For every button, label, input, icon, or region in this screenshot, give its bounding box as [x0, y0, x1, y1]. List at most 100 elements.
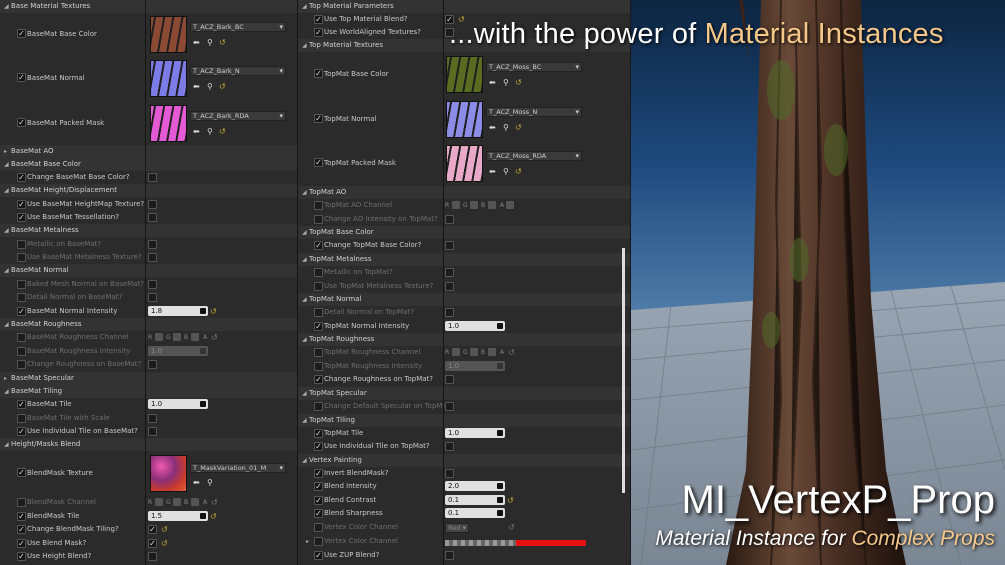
drag-handle[interactable]: [497, 323, 503, 329]
topmat-roughness-intensity-input[interactable]: 1.0: [445, 361, 505, 371]
section-topmat-roughness[interactable]: ◢ TopMat Roughness: [298, 333, 630, 346]
roughness-intensity-input[interactable]: 1.0: [148, 346, 208, 356]
value-checkbox[interactable]: [445, 442, 454, 451]
section-height-masks-blend[interactable]: ◢ Height/Masks Blend: [0, 438, 297, 451]
expand-icon[interactable]: ▸: [306, 535, 309, 548]
enable-checkbox[interactable]: [314, 268, 323, 277]
value-checkbox[interactable]: [445, 375, 454, 384]
drag-handle[interactable]: [497, 430, 503, 436]
enable-checkbox[interactable]: [17, 414, 26, 423]
reset-icon[interactable]: ↺: [219, 80, 226, 93]
value-checkbox[interactable]: [148, 539, 157, 548]
section-basemat-specular[interactable]: ▸ BaseMat Specular: [0, 372, 297, 385]
value-checkbox[interactable]: [148, 293, 157, 302]
section-topmat-tiling[interactable]: ◢ TopMat Tiling: [298, 414, 630, 427]
enable-checkbox[interactable]: [17, 427, 26, 436]
enable-checkbox[interactable]: [17, 347, 26, 356]
drag-handle[interactable]: [497, 510, 503, 516]
drag-handle[interactable]: [497, 497, 503, 503]
value-checkbox[interactable]: [445, 215, 454, 224]
drag-handle[interactable]: [200, 513, 206, 519]
column-divider[interactable]: [145, 0, 146, 565]
enable-checkbox[interactable]: [17, 360, 26, 369]
topmat-tile-input[interactable]: 1.0: [445, 428, 505, 438]
section-topmat-normal[interactable]: ◢ TopMat Normal: [298, 293, 630, 306]
search-icon[interactable]: ⚲: [503, 121, 509, 134]
value-checkbox[interactable]: [148, 427, 157, 436]
enable-checkbox[interactable]: [314, 482, 323, 491]
enable-checkbox[interactable]: [314, 509, 323, 518]
enable-checkbox[interactable]: [17, 400, 26, 409]
section-basemat-height[interactable]: ◢ BaseMat Height/Displacement: [0, 184, 297, 197]
enable-checkbox[interactable]: [17, 118, 26, 127]
drag-handle[interactable]: [497, 483, 503, 489]
reset-icon[interactable]: ↺: [210, 510, 217, 523]
reset-icon[interactable]: ↺: [161, 537, 168, 550]
drag-handle[interactable]: [200, 401, 206, 407]
drag-handle[interactable]: [497, 363, 503, 369]
section-top-material-params[interactable]: ◢ Top Material Parameters: [298, 0, 630, 13]
column-divider[interactable]: [443, 0, 444, 565]
value-checkbox[interactable]: [148, 173, 157, 182]
enable-checkbox[interactable]: [314, 308, 323, 317]
channel-r-checkbox[interactable]: [155, 498, 163, 506]
blend-intensity-input[interactable]: 2.0: [445, 481, 505, 491]
reset-icon[interactable]: ↺: [508, 521, 515, 534]
reset-icon[interactable]: ↺: [211, 496, 218, 509]
search-icon[interactable]: ⚲: [207, 125, 213, 138]
arrow-left-icon[interactable]: ⬅: [193, 476, 200, 489]
asset-dropdown[interactable]: T_ACZ_Moss_BC: [486, 62, 582, 72]
enable-checkbox[interactable]: [17, 333, 26, 342]
texture-thumbnail[interactable]: [150, 105, 187, 142]
enable-checkbox[interactable]: [17, 253, 26, 262]
enable-checkbox[interactable]: [314, 496, 323, 505]
texture-thumbnail[interactable]: [446, 145, 483, 182]
channel-select[interactable]: Red: [445, 523, 469, 533]
section-basemat-roughness[interactable]: ◢ BaseMat Roughness: [0, 318, 297, 331]
channel-r-checkbox[interactable]: [452, 348, 460, 356]
channel-g-checkbox[interactable]: [470, 348, 478, 356]
enable-checkbox[interactable]: [17, 213, 26, 222]
section-basemat-normal[interactable]: ◢ BaseMat Normal: [0, 264, 297, 277]
reset-icon[interactable]: ↺: [508, 346, 515, 359]
section-basemat-tiling[interactable]: ◢ BaseMat Tiling: [0, 385, 297, 398]
reset-icon[interactable]: ↺: [211, 331, 218, 344]
value-checkbox[interactable]: [148, 414, 157, 423]
channel-a-checkbox[interactable]: [506, 201, 514, 209]
section-vertex-painting[interactable]: ◢ Vertex Painting: [298, 454, 630, 467]
texture-thumbnail[interactable]: [446, 101, 483, 138]
channel-b-checkbox[interactable]: [191, 498, 199, 506]
enable-checkbox[interactable]: [17, 29, 26, 38]
enable-checkbox[interactable]: [314, 402, 323, 411]
enable-checkbox[interactable]: [314, 282, 323, 291]
arrow-left-icon[interactable]: ⬅: [193, 80, 200, 93]
value-checkbox[interactable]: [148, 253, 157, 262]
topmat-normal-intensity-input[interactable]: 1.0: [445, 321, 505, 331]
value-checkbox[interactable]: [445, 402, 454, 411]
search-icon[interactable]: ⚲: [503, 165, 509, 178]
texture-thumbnail[interactable]: [150, 16, 187, 53]
enable-checkbox[interactable]: [17, 200, 26, 209]
value-checkbox[interactable]: [148, 552, 157, 561]
enable-checkbox[interactable]: [314, 15, 323, 24]
arrow-left-icon[interactable]: ⬅: [193, 125, 200, 138]
reset-icon[interactable]: ↺: [219, 36, 226, 49]
details-scrollbar[interactable]: [622, 248, 625, 493]
enable-checkbox[interactable]: [314, 551, 323, 560]
enable-checkbox[interactable]: [17, 173, 26, 182]
search-icon[interactable]: ⚲: [207, 476, 213, 489]
enable-checkbox[interactable]: [314, 215, 323, 224]
drag-handle[interactable]: [200, 348, 206, 354]
enable-checkbox[interactable]: [17, 240, 26, 249]
blend-sharpness-input[interactable]: 0.1: [445, 508, 505, 518]
value-checkbox[interactable]: [445, 241, 454, 250]
blendmask-tile-input[interactable]: 1.5: [148, 511, 208, 521]
enable-checkbox[interactable]: [314, 241, 323, 250]
tile-input[interactable]: 1.0: [148, 399, 208, 409]
enable-checkbox[interactable]: [314, 201, 323, 210]
enable-checkbox[interactable]: [314, 523, 323, 532]
enable-checkbox[interactable]: [17, 468, 26, 477]
value-checkbox[interactable]: [148, 280, 157, 289]
value-checkbox[interactable]: [445, 282, 454, 291]
reset-icon[interactable]: ↺: [515, 165, 522, 178]
